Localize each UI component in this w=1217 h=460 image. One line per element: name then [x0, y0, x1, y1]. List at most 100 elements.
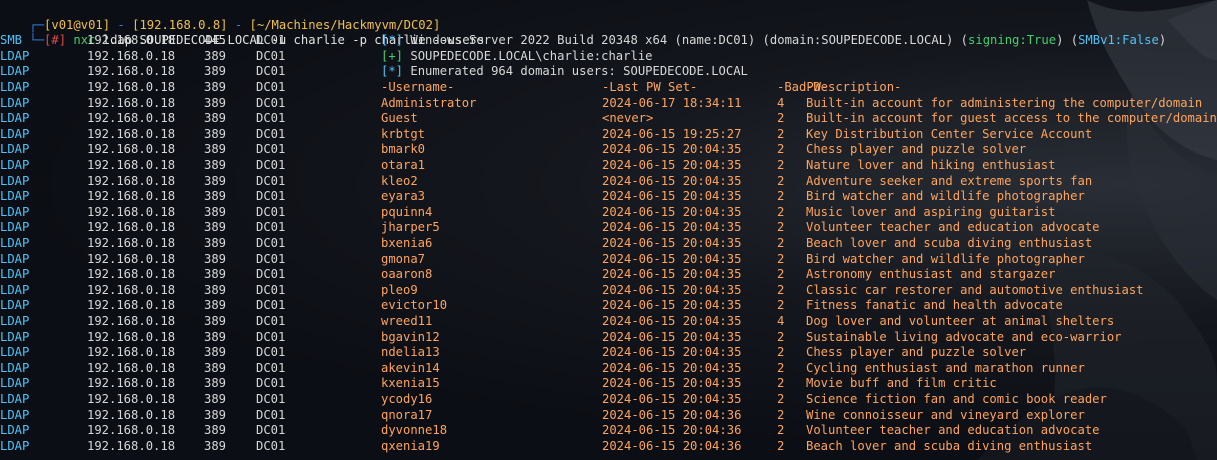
prompt-line-2[interactable]: └─[#] nxc ldap SOUPEDECODE.LOCAL -u char…	[0, 18, 484, 47]
output-line-smb: SMB 192.168.0.18 445 DC01 [*] Windows Se…	[0, 33, 1217, 49]
target-port: 389	[204, 142, 227, 157]
output-message: [*] Enumerated 964 domain users: SOUPEDE…	[381, 64, 748, 80]
target-ip: 192.168.0.18	[87, 438, 176, 453]
user-username: dyvonne18	[381, 423, 448, 438]
protocol-label: LDAP	[0, 48, 30, 63]
user-last-pw-set: 2024-06-15 20:04:36	[602, 407, 742, 422]
target-ip: 192.168.0.18	[87, 251, 176, 266]
target-ip: 192.168.0.18	[87, 392, 176, 406]
user-badpw-count: 2	[777, 267, 785, 282]
target-host: DC01	[256, 158, 286, 172]
table-row: LDAP 192.168.0.18 389 DC01 wreed11 2024-06-15…	[0, 314, 1217, 330]
target-port: 389	[204, 329, 227, 344]
target-host: DC01	[256, 407, 286, 422]
target-ip: 192.168.0.18	[87, 267, 176, 282]
user-last-pw-set: 2024-06-15 20:04:35	[602, 204, 742, 219]
protocol-label: LDAP	[0, 189, 30, 204]
protocol-label: LDAP	[0, 220, 30, 235]
protocol-label: LDAP	[0, 438, 30, 453]
user-badpw-count: 2	[777, 220, 785, 235]
user-description: Sustainable living advocate and eco-warr…	[806, 329, 1122, 344]
output-line-auth: LDAP 192.168.0.18 389 DC01 [+] SOUPEDECO…	[0, 49, 1217, 65]
user-badpw-count: 2	[777, 423, 785, 438]
target-port: 389	[204, 236, 227, 250]
user-badpw-count: 2	[777, 438, 785, 453]
target-host: DC01	[256, 95, 286, 110]
target-ip: 192.168.0.18	[87, 376, 176, 391]
user-username: eyara3	[381, 189, 426, 204]
user-username: qxenia19	[381, 438, 440, 453]
target-port: 389	[204, 111, 227, 126]
smbv1-label: SMBv1:	[1078, 33, 1123, 48]
table-row: LDAP 192.168.0.18 389 DC01 krbtgt 2024-06-15 …	[0, 127, 1217, 143]
user-last-pw-set: 2024-06-15 20:04:35	[602, 251, 742, 266]
table-row: LDAP 192.168.0.18 389 DC01 bmark0 2024-06-15 …	[0, 142, 1217, 158]
header-last-pw-set: -Last PW Set-	[602, 80, 698, 94]
user-username: wreed11	[381, 314, 433, 328]
target-ip: 192.168.0.18	[87, 158, 176, 172]
user-description: Beach lover and scuba diving enthusiast	[806, 236, 1093, 250]
protocol-label: LDAP	[0, 95, 30, 110]
table-row: LDAP 192.168.0.18 389 DC01 dyvonne18 2024-06-…	[0, 423, 1217, 439]
target-port: 389	[204, 392, 227, 406]
table-row: LDAP 192.168.0.18 389 DC01 kleo2 2024-06-15 2…	[0, 174, 1217, 190]
target-ip: 192.168.0.18	[87, 298, 176, 313]
target-host: DC01	[256, 423, 286, 438]
user-description: Adventure seeker and extreme sports fan	[806, 173, 1093, 188]
target-host: DC01	[256, 251, 286, 266]
target-ip: 192.168.0.18	[87, 220, 176, 235]
target-port: 389	[204, 80, 227, 94]
table-row: LDAP 192.168.0.18 389 DC01 otara1 2024-06-15 …	[0, 158, 1217, 174]
terminal-window[interactable]: ┌─[v01@v01] - [192.168.0.8] - [~/Machine…	[0, 0, 1217, 460]
table-row: LDAP 192.168.0.18 389 DC01 eyara3 2024-06-15 …	[0, 189, 1217, 205]
user-username: ycody16	[381, 392, 433, 406]
user-badpw-count: 2	[777, 329, 785, 344]
protocol-label: LDAP	[0, 126, 30, 141]
target-ip: 192.168.0.18	[87, 111, 176, 126]
target-port: 389	[204, 345, 227, 360]
target-host: DC01	[256, 376, 286, 391]
protocol-label: SMB	[0, 33, 23, 48]
target-host: DC01	[256, 142, 286, 157]
table-row: LDAP 192.168.0.18 389 DC01 Administrator 2024…	[0, 96, 1217, 112]
target-host: DC01	[256, 236, 286, 250]
target-port: 389	[204, 267, 227, 282]
user-description: Classic car restorer and automotive enth…	[806, 282, 1144, 297]
target-host: DC01	[256, 360, 286, 375]
table-row: LDAP 192.168.0.18 389 DC01 gmona7 2024-06-15 …	[0, 252, 1217, 268]
table-row: LDAP 192.168.0.18 389 DC01 pquinn4 2024-06-15…	[0, 205, 1217, 221]
user-username: otara1	[381, 158, 426, 172]
user-badpw-count: 4	[777, 95, 785, 110]
user-description: Built-in account for administering the c…	[806, 95, 1203, 110]
user-last-pw-set: 2024-06-15 20:04:35	[602, 189, 742, 204]
target-ip: 192.168.0.18	[87, 314, 176, 328]
info-tag: [*]	[381, 33, 404, 48]
user-last-pw-set: 2024-06-15 20:04:35	[602, 392, 742, 406]
user-username: qnora17	[381, 407, 433, 422]
user-description: Science fiction fan and comic book reade…	[806, 392, 1107, 406]
table-row: LDAP 192.168.0.18 389 DC01 akevin14 2024-06-1…	[0, 361, 1217, 377]
protocol-label: LDAP	[0, 80, 30, 94]
target-ip: 192.168.0.18	[87, 360, 176, 375]
user-description: Chess player and puzzle solver	[806, 345, 1027, 360]
user-description: Beach lover and scuba diving enthusiast	[806, 438, 1093, 453]
user-badpw-count: 2	[777, 204, 785, 219]
user-badpw-count: 2	[777, 282, 785, 297]
target-port: 389	[204, 64, 227, 79]
protocol-label: LDAP	[0, 204, 30, 219]
table-row: LDAP 192.168.0.18 389 DC01 qxenia19 2024-06-1…	[0, 439, 1217, 455]
message-text: SOUPEDECODE.LOCAL\charlie:charlie	[403, 48, 653, 63]
target-host: DC01	[256, 173, 286, 188]
target-ip: 192.168.0.18	[87, 236, 176, 250]
user-badpw-count: 2	[777, 407, 785, 422]
user-description: Built-in account for guest access to the…	[806, 111, 1217, 126]
user-badpw-count: 2	[777, 158, 785, 172]
user-description: Bird watcher and wildlife photographer	[806, 251, 1085, 266]
protocol-label: LDAP	[0, 407, 30, 422]
protocol-label: LDAP	[0, 392, 30, 406]
user-username: bxenia6	[381, 236, 433, 250]
target-host: DC01	[256, 267, 286, 282]
user-username: krbtgt	[381, 126, 426, 141]
user-username: evictor10	[381, 298, 448, 313]
user-username: pquinn4	[381, 204, 433, 219]
